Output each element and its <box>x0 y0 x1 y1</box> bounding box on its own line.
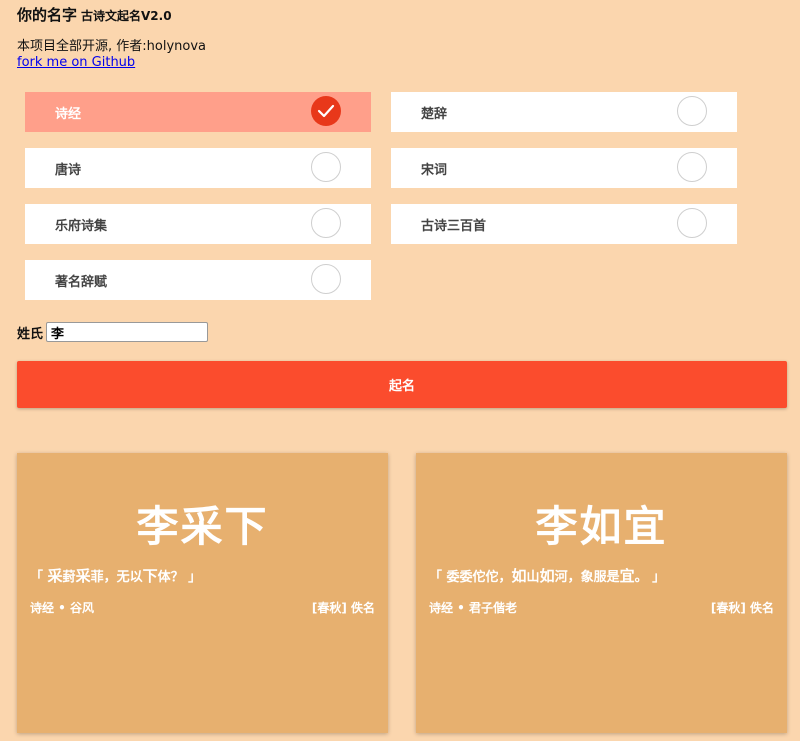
app-title: 你的名字 古诗文起名V2.0 <box>17 5 172 26</box>
verse-highlight: 下 <box>142 567 158 585</box>
result-card: 李如宜 「 委委佗佗，如山如河，象服是宜。 」 诗经 • 君子偕老 [春秋] 佚… <box>416 453 787 733</box>
author: [春秋] 佚名 <box>311 601 375 615</box>
verse-text: 菲，无以 <box>90 570 143 585</box>
generated-name: 李如宜 <box>535 502 668 551</box>
verse-quote: 「 采葑采菲，无以下体？ 」 <box>30 565 201 586</box>
generated-name: 李采下 <box>136 502 269 551</box>
generate-name-button[interactable]: 起名 <box>17 361 787 408</box>
source-label: 著名辞赋 <box>55 274 108 290</box>
source-label: 唐诗 <box>55 162 82 178</box>
verse-highlight: 采 <box>75 567 91 585</box>
check-circle-icon <box>677 152 707 182</box>
verse-highlight: 如 <box>511 567 527 585</box>
check-circle-icon <box>677 208 707 238</box>
app-subtitle: 古诗文起名V2.0 <box>81 9 172 23</box>
verse-highlight: 如 <box>539 567 555 585</box>
source-option-cifu[interactable]: 著名辞赋 <box>25 260 371 300</box>
intro: 本项目全部开源, 作者:holynova fork me on Github <box>17 39 206 71</box>
source-label: 宋词 <box>421 162 448 178</box>
app-title-text: 你的名字 <box>17 6 78 24</box>
source-label: 古诗三百首 <box>421 218 487 234</box>
verse-source: 诗经 • 谷风 [春秋] 佚名 <box>30 599 375 616</box>
check-circle-icon <box>311 264 341 294</box>
verse-quote: 「 委委佗佗，如山如河，象服是宜。 」 <box>429 565 665 586</box>
source-option-chuci[interactable]: 楚辞 <box>391 92 737 132</box>
check-circle-icon <box>311 152 341 182</box>
book-title: 诗经 • 君子偕老 <box>429 601 518 615</box>
source-label: 乐府诗集 <box>55 218 108 234</box>
source-option-yuefu[interactable]: 乐府诗集 <box>25 204 371 244</box>
surname-field: 姓氏 <box>17 322 209 342</box>
result-card: 李采下 「 采葑采菲，无以下体？ 」 诗经 • 谷风 [春秋] 佚名 <box>17 453 388 733</box>
verse-text: 山 <box>526 570 540 585</box>
surname-label: 姓氏 <box>17 326 44 342</box>
source-option-songci[interactable]: 宋词 <box>391 148 737 188</box>
verse-text: 「 委委佗佗， <box>429 570 512 585</box>
source-option-gushi300[interactable]: 古诗三百首 <box>391 204 737 244</box>
verse-highlight: 宜 <box>619 567 635 585</box>
verse-source: 诗经 • 君子偕老 [春秋] 佚名 <box>429 599 774 616</box>
verse-highlight: 采 <box>47 567 63 585</box>
source-option-shijing[interactable]: 诗经 <box>25 92 371 132</box>
verse-text: 体？ 」 <box>157 570 202 585</box>
verse-text: 。 」 <box>634 570 666 585</box>
verse-text: 葑 <box>62 570 76 585</box>
source-label: 诗经 <box>55 106 82 122</box>
source-label: 楚辞 <box>421 106 448 122</box>
book-title: 诗经 • 谷风 <box>30 601 95 615</box>
check-icon <box>311 96 341 126</box>
verse-text: 「 <box>30 570 48 585</box>
source-option-tangshi[interactable]: 唐诗 <box>25 148 371 188</box>
check-circle-icon <box>311 208 341 238</box>
header: 你的名字 古诗文起名V2.0 <box>17 5 172 26</box>
surname-input[interactable] <box>46 322 209 342</box>
github-link[interactable]: fork me on Github <box>17 55 135 70</box>
author: [春秋] 佚名 <box>710 601 774 615</box>
verse-text: 河，象服是 <box>554 570 620 585</box>
check-circle-icon <box>677 96 707 126</box>
intro-text: 本项目全部开源, 作者:holynova <box>17 39 206 54</box>
